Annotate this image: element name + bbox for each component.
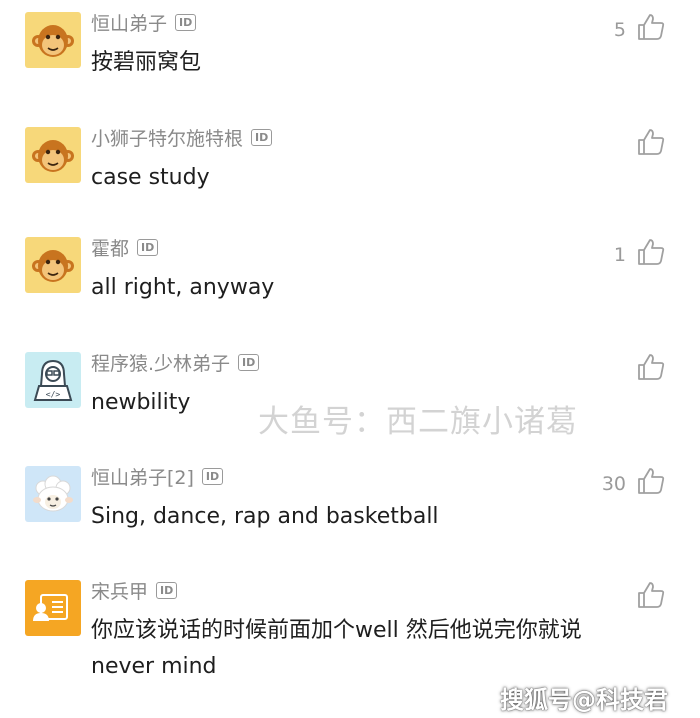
username-text: 宋兵甲 <box>91 581 149 603</box>
id-badge: ID <box>156 582 178 599</box>
svg-text:</>: </> <box>46 390 61 399</box>
comment-text: 按碧丽窝包 <box>91 50 202 75</box>
username[interactable]: 宋兵甲 ID <box>91 580 178 604</box>
avatar[interactable] <box>25 237 81 293</box>
username[interactable]: 小狮子特尔施特根 ID <box>91 127 273 151</box>
thumbs-up-icon[interactable] <box>636 12 666 42</box>
like-count: 30 <box>601 473 626 495</box>
watermark: 大鱼号：西二旗小诸葛 <box>258 404 578 440</box>
id-badge: ID <box>251 129 273 146</box>
corner-watermark: 搜狐号@科技君 <box>500 686 668 714</box>
id-badge: ID <box>175 14 197 31</box>
comment-text: 你应该说话的时候前面加个well 然后他说完你就说never mind <box>91 618 582 679</box>
username-text: 恒山弟子 <box>91 13 168 35</box>
comment-list: 恒山弟子 ID 按碧丽窝包 5 小狮子特尔施特根 ID case study 霍… <box>0 0 700 718</box>
username[interactable]: 霍都 ID <box>91 237 159 261</box>
avatar[interactable] <box>25 12 81 68</box>
username-text: 程序猿.少林弟子 <box>91 353 231 375</box>
thumbs-up-icon[interactable] <box>636 127 666 157</box>
like-count: 5 <box>613 19 626 41</box>
id-badge: ID <box>137 239 159 256</box>
monkey-icon <box>25 237 81 293</box>
thumbs-up-icon[interactable] <box>636 237 666 267</box>
username[interactable]: 恒山弟子 ID <box>91 12 197 36</box>
thumbs-up-icon[interactable] <box>636 352 666 382</box>
username-text: 小狮子特尔施特根 <box>91 128 244 150</box>
avatar[interactable]: </> <box>25 352 81 408</box>
avatar[interactable] <box>25 466 81 522</box>
username-text: 恒山弟子[2] <box>91 467 194 489</box>
comment-text: Sing, dance, rap and basketball <box>91 504 439 529</box>
username-text: 霍都 <box>91 238 130 260</box>
monkey-icon <box>25 12 81 68</box>
sheep-icon <box>25 466 81 522</box>
profile-card-icon <box>25 580 81 636</box>
comment-text: case study <box>91 165 210 190</box>
username[interactable]: 程序猿.少林弟子 ID <box>91 352 260 376</box>
id-badge: ID <box>238 354 260 371</box>
avatar[interactable] <box>25 127 81 183</box>
programmer-icon: </> <box>25 352 81 408</box>
avatar[interactable] <box>25 580 81 636</box>
thumbs-up-icon[interactable] <box>636 580 666 610</box>
id-badge: ID <box>201 468 224 485</box>
monkey-icon <box>25 127 81 183</box>
username[interactable]: 恒山弟子[2] ID <box>91 466 224 490</box>
like-count: 1 <box>613 244 626 266</box>
thumbs-up-icon[interactable] <box>636 466 666 496</box>
comment-text: all right, anyway <box>91 275 275 300</box>
